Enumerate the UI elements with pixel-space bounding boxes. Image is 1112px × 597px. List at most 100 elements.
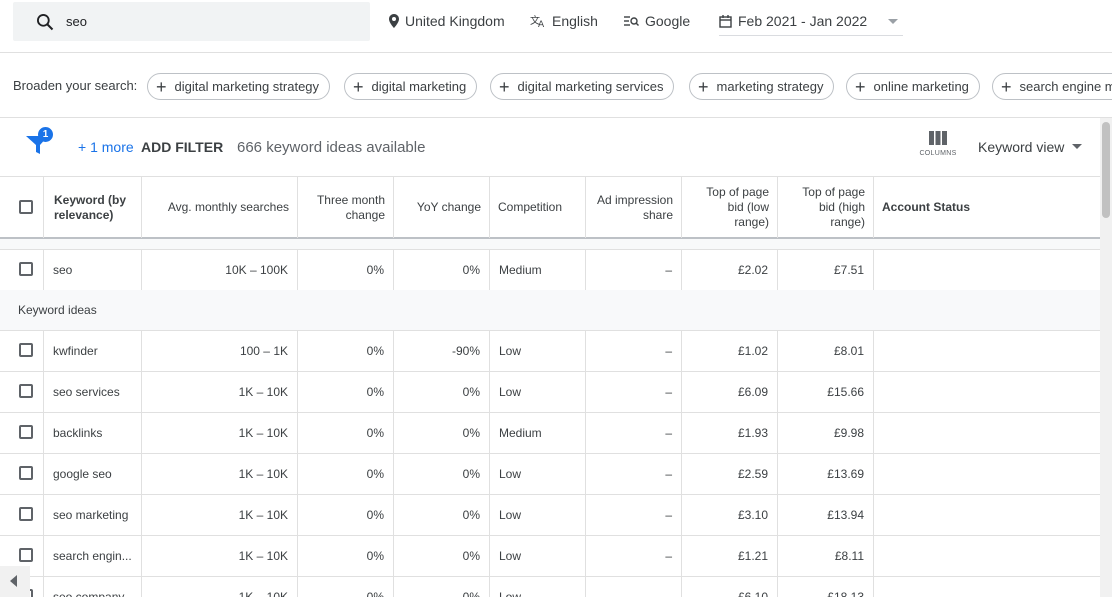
broaden-chip[interactable]: + digital marketing services — [490, 73, 675, 100]
scroll-left-button[interactable] — [0, 566, 30, 597]
broaden-chip[interactable]: + digital marketing — [344, 73, 478, 100]
header-account-status[interactable]: Account Status — [874, 177, 1100, 238]
header-bid-low[interactable]: Top of page bid (low range) — [682, 177, 778, 238]
table-row[interactable]: seo 10K – 100K 0% 0% Medium – £2.02 £7.51 — [0, 250, 1100, 291]
header-avg-monthly-searches[interactable]: Avg. monthly searches — [142, 177, 298, 238]
row-checkbox[interactable] — [19, 425, 33, 439]
ad-impression-share-cell: – — [586, 495, 682, 535]
account-status-cell — [874, 495, 1100, 535]
calendar-icon — [719, 14, 732, 28]
select-all-checkbox[interactable] — [19, 200, 33, 214]
table-row[interactable]: seo services 1K – 10K 0% 0% Low – £6.09 £15.66 — [0, 372, 1100, 413]
chip-label: digital marketing services — [517, 79, 664, 94]
bid-high-cell: £8.11 — [778, 536, 874, 576]
header-bid-high[interactable]: Top of page bid (high range) — [778, 177, 874, 238]
row-checkbox[interactable] — [19, 548, 33, 562]
keyword-cell: seo services — [44, 372, 142, 412]
translate-icon: 文A — [530, 14, 545, 28]
table-row[interactable]: google seo 1K – 10K 0% 0% Low – £2.59 £13.69 — [0, 454, 1100, 495]
bid-high-cell: £15.66 — [778, 372, 874, 412]
search-network-icon — [624, 16, 639, 26]
keyword-view-selector[interactable]: Keyword view — [978, 139, 1083, 155]
select-cell — [0, 250, 44, 290]
select-cell — [0, 413, 44, 453]
broaden-chip[interactable]: + marketing strategy — [689, 73, 835, 100]
columns-button[interactable]: COLUMNS — [917, 131, 959, 167]
select-cell — [0, 331, 44, 371]
vertical-scrollbar[interactable] — [1100, 118, 1112, 597]
broaden-label: Broaden your search: — [13, 78, 138, 93]
select-cell — [0, 372, 44, 412]
add-icon: + — [698, 76, 709, 97]
header-three-month-change[interactable]: Three month change — [298, 177, 394, 238]
header-keyword[interactable]: Keyword (by relevance) — [44, 177, 142, 238]
table-row[interactable]: seo company 1K – 10K 0% 0% Low – £6.10 £18.13 — [0, 577, 1100, 597]
header-competition[interactable]: Competition — [490, 177, 586, 238]
network-selector[interactable]: Google — [624, 13, 690, 29]
date-range-selector[interactable]: Feb 2021 - Jan 2022 — [719, 13, 904, 36]
svg-text:A: A — [538, 20, 545, 28]
bid-high-cell: £13.69 — [778, 454, 874, 494]
search-input[interactable]: seo — [13, 2, 370, 41]
ad-impression-share-cell: – — [586, 413, 682, 453]
add-filter-button[interactable]: ADD FILTER — [141, 139, 223, 155]
account-status-cell — [874, 372, 1100, 412]
scrollbar-thumb[interactable] — [1102, 122, 1110, 218]
bid-low-cell: £1.21 — [682, 536, 778, 576]
avg-monthly-searches-cell: 1K – 10K — [142, 454, 298, 494]
ad-impression-share-cell: – — [586, 331, 682, 371]
row-checkbox[interactable] — [19, 262, 33, 276]
keyword-cell: backlinks — [44, 413, 142, 453]
search-icon — [37, 14, 54, 31]
three-month-change-cell: 0% — [298, 250, 394, 290]
network-label: Google — [645, 13, 691, 29]
row-checkbox[interactable] — [19, 507, 33, 521]
three-month-change-cell: 0% — [298, 495, 394, 535]
top-bar: seo United Kingdom 文A English Google Feb… — [0, 0, 1112, 53]
table-row[interactable]: kwfinder 100 – 1K 0% -90% Low – £1.02 £8.01 — [0, 331, 1100, 372]
add-icon: + — [353, 76, 364, 97]
broaden-chip[interactable]: + search engine m — [992, 73, 1112, 100]
three-month-change-cell: 0% — [298, 372, 394, 412]
ad-impression-share-cell: – — [586, 372, 682, 412]
table-row[interactable]: seo marketing 1K – 10K 0% 0% Low – £3.10 £13.94 — [0, 495, 1100, 536]
competition-cell: Low — [490, 372, 586, 412]
keyword-cell: search engin... — [44, 536, 142, 576]
header-ad-impression-share[interactable]: Ad impression share — [586, 177, 682, 238]
add-icon: + — [1001, 76, 1012, 97]
avg-monthly-searches-cell: 1K – 10K — [142, 495, 298, 535]
header-yoy-change[interactable]: YoY change — [394, 177, 490, 238]
dropdown-arrow-icon — [888, 19, 899, 24]
row-checkbox[interactable] — [19, 466, 33, 480]
table-row[interactable]: search engin... 1K – 10K 0% 0% Low – £1.21 £8.1… — [0, 536, 1100, 577]
keyword-cell: seo marketing — [44, 495, 142, 535]
language-selector[interactable]: 文A English — [530, 13, 598, 29]
table-row[interactable]: backlinks 1K – 10K 0% 0% Medium – £1.93 £9.98 — [0, 413, 1100, 454]
location-selector[interactable]: United Kingdom — [389, 13, 505, 29]
competition-cell: Low — [490, 331, 586, 371]
broaden-chip[interactable]: + digital marketing strategy — [147, 73, 331, 100]
keyword-ideas-count: 666 keyword ideas available — [237, 139, 426, 156]
add-icon: + — [499, 76, 510, 97]
more-filters-link[interactable]: + 1 more — [78, 139, 134, 155]
broaden-chip[interactable]: + online marketing — [846, 73, 980, 100]
select-cell — [0, 495, 44, 535]
avg-monthly-searches-cell: 1K – 10K — [142, 413, 298, 453]
account-status-cell — [874, 536, 1100, 576]
competition-cell: Low — [490, 536, 586, 576]
language-label: English — [552, 13, 598, 29]
add-icon: + — [156, 76, 167, 97]
bid-low-cell: £6.09 — [682, 372, 778, 412]
chevron-left-icon — [10, 575, 17, 587]
keyword-cell: seo company — [44, 577, 142, 597]
table-header: Keyword (by relevance) Avg. monthly sear… — [0, 176, 1100, 239]
three-month-change-cell: 0% — [298, 331, 394, 371]
row-checkbox[interactable] — [19, 384, 33, 398]
ad-impression-share-cell: – — [586, 250, 682, 290]
bid-high-cell: £8.01 — [778, 331, 874, 371]
avg-monthly-searches-cell: 1K – 10K — [142, 577, 298, 597]
three-month-change-cell: 0% — [298, 413, 394, 453]
account-status-cell — [874, 250, 1100, 290]
bid-low-cell: £3.10 — [682, 495, 778, 535]
row-checkbox[interactable] — [19, 343, 33, 357]
